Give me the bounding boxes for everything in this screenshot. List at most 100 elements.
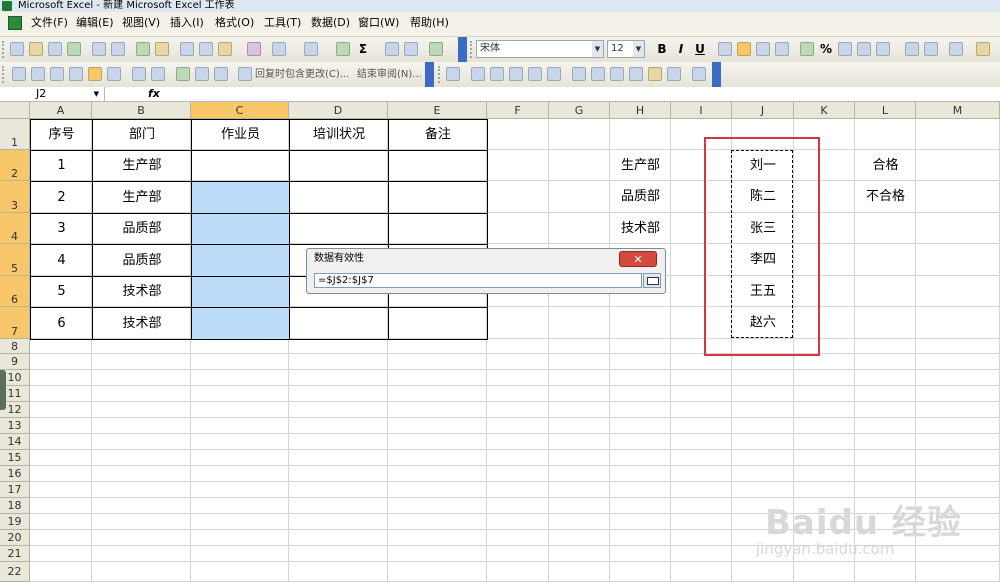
column-header-c[interactable]: C <box>191 102 289 119</box>
cell[interactable] <box>289 562 388 582</box>
review-icon[interactable] <box>132 67 146 81</box>
save-icon[interactable] <box>48 42 62 56</box>
cell[interactable] <box>289 386 388 402</box>
row-header-1[interactable]: 1 <box>0 119 30 150</box>
cell[interactable] <box>610 307 671 339</box>
cell[interactable] <box>388 530 487 546</box>
cell[interactable] <box>487 546 549 562</box>
drawing-icon[interactable] <box>648 67 662 81</box>
cell[interactable] <box>487 514 549 530</box>
increase-indent-icon[interactable] <box>924 42 938 56</box>
drawing-icon[interactable] <box>490 67 504 81</box>
row-header-21[interactable]: 21 <box>0 546 30 562</box>
cell[interactable] <box>610 386 671 402</box>
drawing-icon[interactable] <box>591 67 605 81</box>
cell[interactable] <box>92 546 191 562</box>
cell[interactable] <box>671 450 732 466</box>
cell[interactable] <box>92 434 191 450</box>
cell[interactable] <box>610 482 671 498</box>
cell[interactable] <box>549 339 610 354</box>
cell[interactable] <box>916 307 1000 339</box>
percent-icon[interactable]: % <box>819 42 833 56</box>
column-header-e[interactable]: E <box>388 102 487 119</box>
cell[interactable] <box>388 562 487 582</box>
cell[interactable] <box>388 418 487 434</box>
menu-insert[interactable]: 插入(I) <box>170 16 204 30</box>
cell[interactable] <box>671 530 732 546</box>
align-center-icon[interactable] <box>737 42 751 56</box>
decrease-decimal-icon[interactable] <box>876 42 890 56</box>
cell[interactable] <box>732 434 794 450</box>
cell[interactable] <box>289 418 388 434</box>
menu-file[interactable]: 文件(F) <box>31 16 68 30</box>
cell[interactable] <box>794 386 855 402</box>
open-icon[interactable] <box>29 42 43 56</box>
cell[interactable] <box>191 402 289 418</box>
cell[interactable] <box>191 482 289 498</box>
cell[interactable] <box>610 498 671 514</box>
cell[interactable] <box>191 386 289 402</box>
cell[interactable] <box>855 562 916 582</box>
cell[interactable] <box>610 402 671 418</box>
cell[interactable] <box>916 386 1000 402</box>
align-right-icon[interactable] <box>756 42 770 56</box>
row-header-16[interactable]: 16 <box>0 466 30 482</box>
cell[interactable] <box>916 354 1000 370</box>
cell[interactable] <box>388 466 487 482</box>
toolbar-grip[interactable] <box>470 41 475 58</box>
cell[interactable] <box>916 213 1000 244</box>
cell[interactable] <box>610 450 671 466</box>
cell[interactable] <box>916 434 1000 450</box>
drawing-icon[interactable] <box>471 67 485 81</box>
table-header-cell[interactable]: 培训状况 <box>289 119 389 151</box>
cell[interactable] <box>191 466 289 482</box>
column-header-l[interactable]: L <box>855 102 916 119</box>
cell[interactable] <box>191 339 289 354</box>
reply-with-changes-button[interactable]: 回复时包含更改(C)... <box>255 68 349 81</box>
cell[interactable] <box>794 434 855 450</box>
table-cell[interactable] <box>191 213 290 245</box>
cell[interactable] <box>855 370 916 386</box>
cell[interactable] <box>92 498 191 514</box>
cell[interactable] <box>671 482 732 498</box>
cell[interactable] <box>92 402 191 418</box>
cell[interactable] <box>671 498 732 514</box>
table-header-cell[interactable]: 部门 <box>92 119 192 151</box>
paste-icon[interactable] <box>218 42 232 56</box>
table-header-cell[interactable]: 作业员 <box>191 119 290 151</box>
sort-descending-icon[interactable] <box>404 42 418 56</box>
column-header-j[interactable]: J <box>732 102 794 119</box>
drawing-icon[interactable] <box>692 67 706 81</box>
cell[interactable] <box>610 119 671 150</box>
increase-decimal-icon[interactable] <box>857 42 871 56</box>
research-icon[interactable] <box>155 42 169 56</box>
cell[interactable] <box>92 530 191 546</box>
cell[interactable] <box>388 354 487 370</box>
cell[interactable] <box>30 450 92 466</box>
cell[interactable] <box>549 498 610 514</box>
cell[interactable] <box>549 386 610 402</box>
cell[interactable] <box>487 482 549 498</box>
review-icon[interactable] <box>151 67 165 81</box>
line-style-icon[interactable] <box>610 67 624 81</box>
cell[interactable] <box>671 434 732 450</box>
cell[interactable] <box>191 370 289 386</box>
cell[interactable] <box>487 119 549 150</box>
cell[interactable] <box>30 514 92 530</box>
cell[interactable] <box>388 402 487 418</box>
cell[interactable] <box>610 434 671 450</box>
cell[interactable] <box>549 482 610 498</box>
row-header-15[interactable]: 15 <box>0 450 30 466</box>
review-icon[interactable] <box>214 67 228 81</box>
merge-center-icon[interactable] <box>775 42 789 56</box>
menu-help[interactable]: 帮助(H) <box>410 16 449 30</box>
cell[interactable] <box>549 213 610 244</box>
cell[interactable] <box>855 418 916 434</box>
drawing-icon[interactable] <box>572 67 586 81</box>
cell[interactable] <box>732 354 794 370</box>
cell[interactable] <box>671 546 732 562</box>
cell[interactable] <box>388 546 487 562</box>
function-icon[interactable]: fx <box>148 87 160 101</box>
cell[interactable] <box>671 354 732 370</box>
column-header-k[interactable]: K <box>794 102 855 119</box>
